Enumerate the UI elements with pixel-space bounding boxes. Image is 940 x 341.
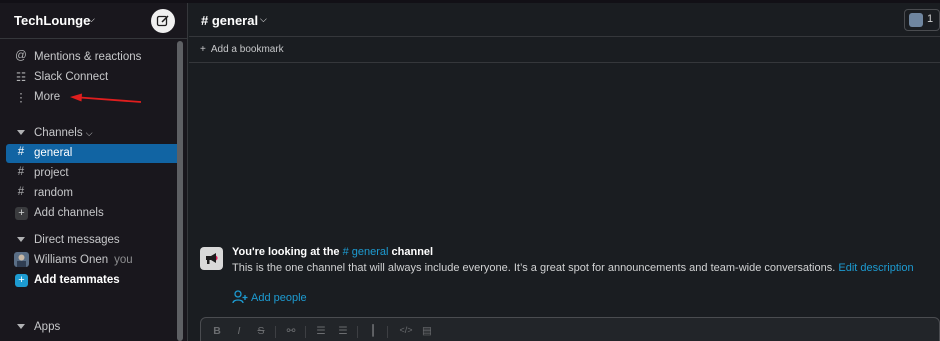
bookmark-bar: + Add a bookmark	[189, 37, 940, 63]
chevron-down-icon[interactable]: ⌵	[260, 14, 267, 25]
plus-icon: +	[15, 274, 28, 287]
add-teammates-label: Add teammates	[34, 274, 120, 286]
sidebar-item-general[interactable]: # general	[6, 144, 180, 163]
member-avatar	[909, 13, 923, 27]
channel-title[interactable]: # general	[201, 13, 258, 28]
sidebar-item-project[interactable]: # project	[6, 164, 180, 183]
bold-icon[interactable]: B	[211, 325, 223, 337]
add-channels-button[interactable]: + Add channels	[6, 204, 180, 223]
hash-icon: #	[17, 166, 25, 178]
caret-down-icon[interactable]	[17, 237, 25, 242]
megaphone-icon	[200, 247, 223, 270]
toolbar-divider	[357, 326, 358, 338]
code-block-icon[interactable]: ▤	[421, 325, 433, 337]
code-icon[interactable]: </>	[397, 325, 415, 335]
toolbar-divider	[275, 326, 276, 338]
channel-header: # general ⌵ 1	[189, 3, 940, 37]
toolbar-divider	[387, 326, 388, 338]
blockquote-icon[interactable]: ┃	[367, 325, 379, 337]
add-person-icon	[232, 290, 248, 304]
channel-label: general	[34, 147, 73, 159]
plus-icon: +	[200, 44, 206, 55]
avatar	[14, 252, 29, 267]
add-people-label: Add people	[251, 292, 307, 304]
member-count: 1	[927, 13, 934, 25]
link-icon[interactable]: ⚯	[285, 325, 297, 337]
hash-icon: #	[17, 146, 25, 158]
channel-label: random	[34, 187, 73, 199]
add-teammates-button[interactable]: + Add teammates	[6, 271, 180, 290]
direct-messages-section-header[interactable]: Direct messages	[6, 232, 180, 250]
sidebar-item-random[interactable]: # random	[6, 184, 180, 203]
channel-intro-body: This is the one channel that will always…	[232, 262, 914, 274]
hash-icon: #	[17, 186, 25, 198]
section-label: Channels ⌵	[34, 127, 93, 139]
add-channels-label: Add channels	[34, 207, 104, 219]
channel-label: project	[34, 167, 69, 179]
channel-link[interactable]: # general	[343, 246, 389, 258]
members-button[interactable]: 1	[904, 9, 940, 31]
apps-section-header[interactable]: Apps	[6, 319, 180, 337]
annotation-arrow	[70, 93, 142, 103]
channels-section-header[interactable]: Channels ⌵	[6, 125, 180, 143]
bulleted-list-icon[interactable]: ☰	[337, 325, 349, 337]
edit-description-link[interactable]: Edit description	[838, 262, 913, 274]
sidebar-item-dm-self[interactable]: Williams Onen you	[6, 251, 180, 270]
ordered-list-icon[interactable]: ☰	[315, 325, 327, 337]
section-label: Direct messages	[34, 234, 120, 246]
section-label: Apps	[34, 321, 61, 333]
italic-icon[interactable]: I	[233, 325, 245, 337]
plus-icon: +	[15, 207, 28, 220]
you-label: you	[114, 254, 133, 266]
dm-user-name: Williams Onen	[34, 254, 109, 266]
caret-down-icon[interactable]	[17, 130, 25, 135]
channel-intro-heading: You're looking at the # general channel	[232, 246, 434, 258]
caret-down-icon[interactable]	[17, 324, 25, 329]
message-composer[interactable]: B I S ⚯ ☰ ☰ ┃ </> ▤	[200, 317, 940, 341]
add-bookmark-button[interactable]: + Add a bookmark	[200, 44, 284, 55]
strikethrough-icon[interactable]: S	[255, 325, 267, 337]
toolbar-divider	[305, 326, 306, 338]
sidebar-scrollbar[interactable]	[177, 41, 183, 341]
